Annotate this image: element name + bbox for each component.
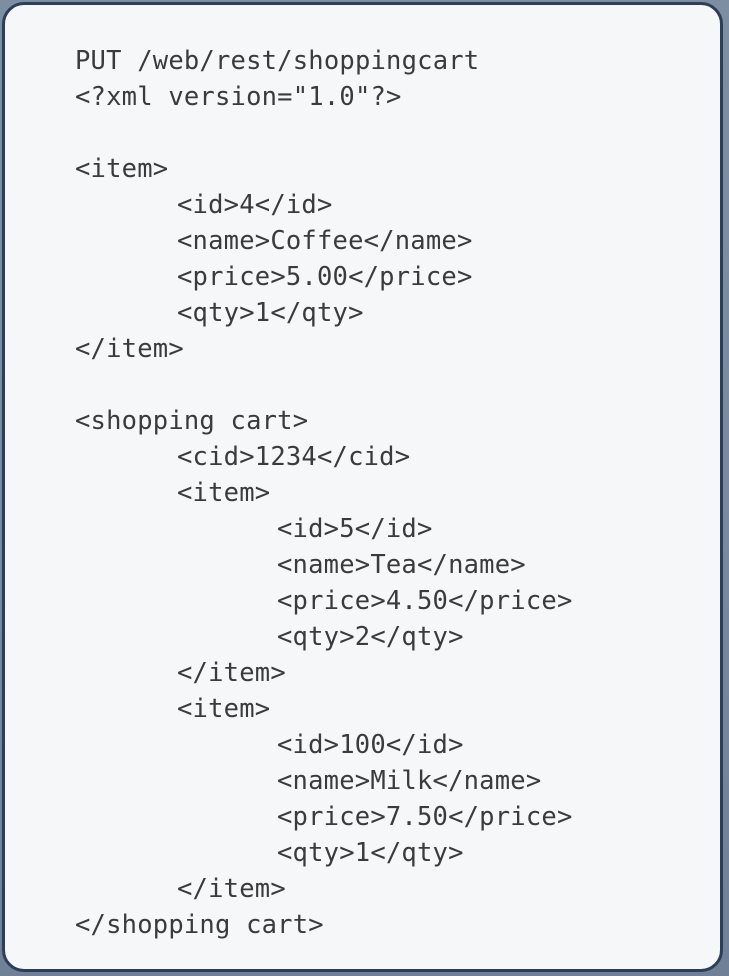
- code-line-price: <price>5.00</price>: [177, 262, 473, 292]
- code-line-item-close: </item>: [75, 334, 184, 364]
- code-line-name: <name>Milk</name>: [277, 766, 542, 796]
- code-line-cid: <cid>1234</cid>: [177, 442, 411, 472]
- code-line-qty: <qty>1</qty>: [177, 298, 364, 328]
- code-line-item-close: </item>: [177, 658, 286, 688]
- code-line-item-open: <item>: [75, 154, 169, 184]
- code-line-item-open: <item>: [177, 694, 271, 724]
- code-line-item-close: </item>: [177, 874, 286, 904]
- code-line-name: <name>Tea</name>: [277, 550, 526, 580]
- code-line-id: <id>5</id>: [277, 514, 433, 544]
- code-line-id: <id>4</id>: [177, 190, 333, 220]
- code-line-cart-close: </shopping cart>: [75, 910, 324, 940]
- code-line-price: <price>7.50</price>: [277, 802, 573, 832]
- code-line-name: <name>Coffee</name>: [177, 226, 473, 256]
- code-line-item-open: <item>: [177, 478, 271, 508]
- code-panel: PUT /web/rest/shoppingcart <?xml version…: [2, 2, 723, 972]
- code-line-request: PUT /web/rest/shoppingcart: [75, 46, 480, 76]
- code-block: PUT /web/rest/shoppingcart <?xml version…: [75, 43, 573, 943]
- code-line-price: <price>4.50</price>: [277, 586, 573, 616]
- code-line-cart-open: <shopping cart>: [75, 406, 309, 436]
- code-line-qty: <qty>1</qty>: [277, 838, 464, 868]
- code-line-qty: <qty>2</qty>: [277, 622, 464, 652]
- code-line-id: <id>100</id>: [277, 730, 464, 760]
- code-line-xml-declaration: <?xml version="1.0"?>: [75, 82, 402, 112]
